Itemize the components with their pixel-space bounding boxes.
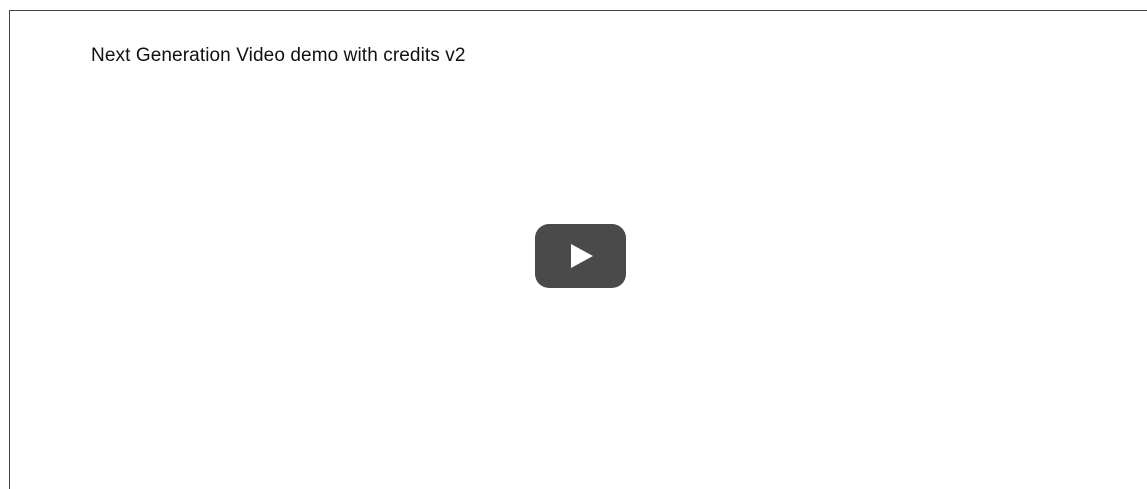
video-title[interactable]: Next Generation Video demo with credits … [91,45,466,67]
play-button[interactable] [535,224,626,288]
video-embed[interactable]: Next Generation Video demo with credits … [9,10,1147,489]
play-icon [571,244,593,268]
